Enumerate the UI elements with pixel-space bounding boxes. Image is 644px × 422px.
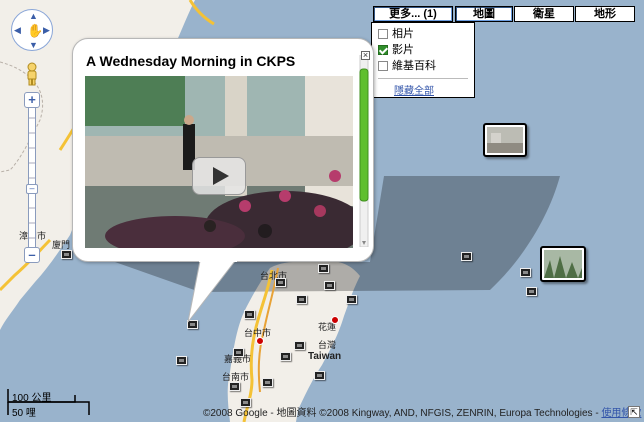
zoom-out-button[interactable]: – — [24, 247, 40, 263]
pan-up-arrow-icon[interactable]: ▲ — [29, 11, 38, 21]
more-button[interactable]: 更多... (1) — [373, 6, 453, 22]
layer-wikipedia-checkbox[interactable] — [378, 61, 388, 71]
layer-videos-label: 影片 — [392, 44, 414, 56]
info-window-tail — [187, 258, 237, 323]
layer-photos-option[interactable]: 相片 — [378, 27, 414, 41]
scale-km-label: 100 公里 — [12, 393, 52, 404]
city-dot-marker — [331, 316, 339, 324]
layer-photos-label: 相片 — [392, 28, 414, 40]
pan-right-arrow-icon[interactable]: ▶ — [43, 25, 50, 36]
map-copyright-footer: ©2008 Google - 地圖資料 ©2008 Kingway, AND, … — [203, 404, 641, 419]
zoom-in-button[interactable]: + — [24, 92, 40, 108]
photo-thumbnail-image — [544, 250, 582, 278]
media-marker[interactable] — [233, 348, 244, 357]
media-marker[interactable] — [229, 382, 240, 391]
hide-all-link[interactable]: 隱藏全部 — [394, 82, 434, 97]
photo-thumbnail[interactable] — [540, 246, 586, 282]
menu-divider — [378, 78, 468, 79]
media-marker[interactable] — [318, 264, 329, 273]
media-marker[interactable] — [296, 295, 307, 304]
pegman-icon[interactable] — [23, 62, 41, 86]
zoom-slider-handle[interactable]: – — [26, 184, 38, 194]
pan-control[interactable]: ▲ ▼ ◀ ▶ ✋ — [11, 9, 53, 51]
info-window: A Wednesday Morning in CKPS × — [72, 38, 374, 262]
hand-pan-icon[interactable]: ✋ — [27, 23, 43, 39]
media-marker[interactable] — [520, 268, 531, 277]
media-marker[interactable] — [314, 371, 325, 380]
zoom-slider-track[interactable] — [28, 107, 36, 252]
play-icon — [213, 167, 229, 185]
copyright-text: ©2008 Google - 地圖資料 ©2008 Kingway, AND, … — [203, 408, 602, 419]
pan-left-arrow-icon[interactable]: ◀ — [14, 25, 21, 36]
media-marker[interactable] — [61, 250, 72, 259]
pan-down-arrow-icon[interactable]: ▼ — [29, 40, 38, 50]
media-marker[interactable] — [244, 310, 255, 319]
layer-videos-checkbox[interactable] — [378, 45, 388, 55]
media-marker[interactable] — [275, 278, 286, 287]
media-marker[interactable] — [461, 252, 472, 261]
info-window-scrollbar[interactable] — [359, 54, 369, 248]
media-marker[interactable] — [526, 287, 537, 296]
media-marker[interactable] — [176, 356, 187, 365]
info-window-title: A Wednesday Morning in CKPS — [86, 53, 296, 69]
city-dot-marker — [256, 337, 264, 345]
map-label-taiwan-zh: 台灣 — [318, 340, 337, 350]
layer-wikipedia-option[interactable]: 維基百科 — [378, 59, 436, 73]
play-button[interactable] — [192, 157, 246, 195]
map-label-taiwan-en: Taiwan — [308, 351, 342, 362]
layer-wikipedia-label: 維基百科 — [392, 60, 436, 72]
media-marker[interactable] — [346, 295, 357, 304]
overview-map-toggle-icon[interactable]: ⇱ — [628, 406, 640, 418]
map-type-map-button[interactable]: 地圖 — [455, 6, 513, 22]
scale-mi-label: 50 哩 — [12, 408, 36, 419]
more-layers-menu: 相片 影片 維基百科 隱藏全部 — [371, 22, 475, 98]
map-type-satellite-button[interactable]: 衛星 — [514, 6, 574, 22]
layer-videos-option[interactable]: 影片 — [378, 43, 414, 57]
map-type-terrain-button[interactable]: 地形 — [575, 6, 635, 22]
media-marker[interactable] — [294, 341, 305, 350]
media-marker[interactable] — [262, 378, 273, 387]
photo-thumbnail-image — [487, 127, 523, 153]
video-player[interactable] — [85, 76, 353, 248]
layer-photos-checkbox[interactable] — [378, 29, 388, 39]
media-marker[interactable] — [280, 352, 291, 361]
photo-thumbnail[interactable] — [483, 123, 527, 157]
close-icon[interactable]: × — [361, 51, 370, 60]
media-marker[interactable] — [324, 281, 335, 290]
